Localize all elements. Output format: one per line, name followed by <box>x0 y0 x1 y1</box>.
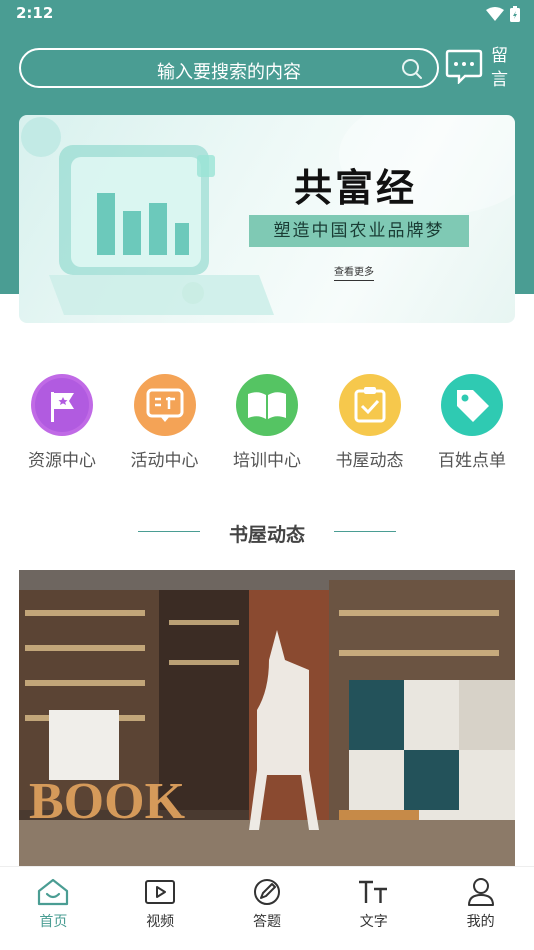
tab-mine[interactable]: 我的 <box>427 867 534 950</box>
pencil-icon <box>253 879 280 905</box>
flag-icon <box>31 374 93 436</box>
status-icons <box>486 6 520 22</box>
message-label: 留言 <box>491 46 508 90</box>
tab-video-label: 视频 <box>146 914 175 930</box>
quick-item-bookhouse-news[interactable]: 书屋动态 <box>328 372 412 471</box>
search-icon[interactable] <box>401 58 423 80</box>
banner-subtitle: 塑造中国农业品牌梦 <box>249 215 469 247</box>
tab-home[interactable]: 首页 <box>0 867 107 950</box>
book-icon <box>236 374 298 436</box>
tab-video[interactable]: 视频 <box>107 867 214 950</box>
quick-item-training[interactable]: 培训中心 <box>225 372 309 471</box>
section-title: 书屋动态 <box>228 524 305 546</box>
quick-label-bookhouse-news: 书屋动态 <box>335 451 404 471</box>
tab-text[interactable]: 文字 <box>320 867 427 950</box>
quick-label-training: 培训中心 <box>233 451 301 471</box>
banner[interactable]: 共富经 塑造中国农业品牌梦 查看更多 <box>19 115 515 323</box>
search-row: 输入要搜索的内容 留言 <box>19 46 519 90</box>
section-header: 书屋动态 <box>0 516 534 548</box>
quick-item-order[interactable]: 百姓点单 <box>430 372 514 471</box>
status-bar: 2:12 <box>0 0 534 28</box>
chat-icon <box>133 374 196 436</box>
tab-home-label: 首页 <box>39 914 68 930</box>
quick-menu: 资源中心 活动中心 培训中心 书屋动态 百姓点单 <box>20 372 514 471</box>
quick-label-resources: 资源中心 <box>28 451 96 471</box>
quick-label-activities: 活动中心 <box>130 451 199 471</box>
message-icon <box>445 49 483 84</box>
banner-more-link[interactable]: 查看更多 <box>334 263 374 281</box>
quick-item-resources[interactable]: 资源中心 <box>20 372 104 471</box>
section-divider-right <box>334 531 396 532</box>
tab-text-label: 文字 <box>359 914 388 930</box>
quick-label-order: 百姓点单 <box>438 451 506 471</box>
text-icon <box>358 880 387 903</box>
tab-quiz-label: 答题 <box>252 914 281 930</box>
search-input[interactable]: 输入要搜索的内容 <box>19 48 439 88</box>
tag-icon <box>441 374 503 436</box>
message-button[interactable]: 留言 <box>445 46 525 94</box>
photo-book-sign: BOOK <box>29 773 186 830</box>
wifi-icon <box>486 7 504 21</box>
user-icon <box>467 878 494 906</box>
bookstore-interior-image: BOOK <box>19 570 515 866</box>
home-icon <box>38 878 69 906</box>
battery-icon <box>510 6 520 22</box>
bottom-tab-bar: 首页 视频 答题 文字 我的 <box>0 866 534 950</box>
quick-item-activities[interactable]: 活动中心 <box>123 372 207 471</box>
video-icon <box>145 880 176 904</box>
search-placeholder: 输入要搜索的内容 <box>157 62 301 83</box>
banner-title: 共富经 <box>294 166 418 210</box>
tab-mine-label: 我的 <box>466 914 495 930</box>
bookstore-photo[interactable]: BOOK <box>19 570 515 866</box>
status-time: 2:12 <box>16 4 54 22</box>
tab-quiz[interactable]: 答题 <box>214 867 321 950</box>
clipboard-icon <box>338 374 401 436</box>
